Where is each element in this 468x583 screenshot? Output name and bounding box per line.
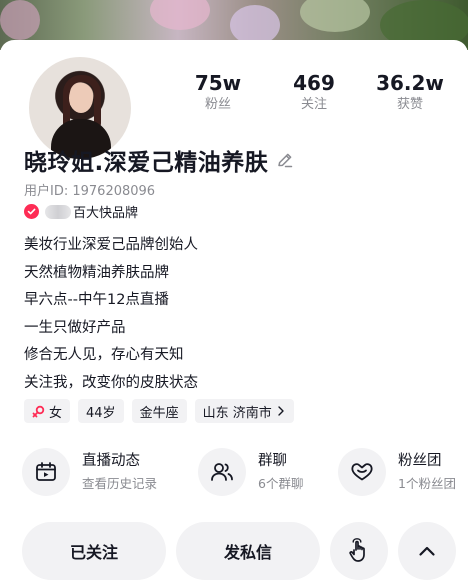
stat-following[interactable]: 469 关注 xyxy=(266,70,362,114)
stat-followers[interactable]: 75w 粉丝 xyxy=(170,70,266,114)
action-row: 已关注 发私信 xyxy=(22,522,456,580)
tags-row: 女 44岁 金牛座 山东 济南市 xyxy=(24,399,302,423)
stat-value: 75w xyxy=(194,71,242,95)
feature-title: 粉丝团 xyxy=(398,452,442,469)
stats-row: 75w 粉丝 469 关注 36.2w 获赞 xyxy=(170,70,460,114)
profile-card: 75w 粉丝 469 关注 36.2w 获赞 晓玲姐.深爱己精油养肤 用户ID:… xyxy=(0,40,468,583)
bio: 美妆行业深爱己品牌创始人 天然植物精油养肤品牌 早六点--中午12点直播 一生只… xyxy=(24,232,198,397)
user-id[interactable]: 用户ID: 1976208096 xyxy=(24,180,155,199)
fan-club-icon xyxy=(338,448,386,496)
group-chat-icon xyxy=(198,448,246,496)
feature-subtitle: 6个群聊 xyxy=(258,475,304,491)
poke-button[interactable] xyxy=(330,522,388,580)
stat-label: 关注 xyxy=(300,97,327,112)
tag-gender-label: 女 xyxy=(49,405,63,421)
live-history-icon xyxy=(22,448,70,496)
feature-group-chat[interactable]: 群聊 6个群聊 xyxy=(198,448,338,496)
feature-fan-club[interactable]: 粉丝团 1个粉丝团 xyxy=(338,448,468,496)
stat-value: 36.2w xyxy=(376,71,444,95)
feature-live-history[interactable]: 直播动态 查看历史记录 xyxy=(22,448,198,496)
tag-age: 44岁 xyxy=(78,399,124,423)
chevron-up-icon xyxy=(419,546,435,556)
tag-zodiac-label: 金牛座 xyxy=(139,405,179,421)
feature-title: 群聊 xyxy=(258,452,287,469)
brand-label: 百大快品牌 xyxy=(73,206,139,221)
female-icon xyxy=(32,405,45,417)
bio-line: 早六点--中午12点直播 xyxy=(24,292,169,308)
tag-zodiac: 金牛座 xyxy=(131,399,187,423)
nickname-row: 晓玲姐.深爱己精油养肤 xyxy=(24,143,294,177)
feature-subtitle: 1个粉丝团 xyxy=(398,475,456,491)
verified-check-icon xyxy=(24,204,39,219)
send-message-button[interactable]: 发私信 xyxy=(176,522,320,580)
brand-badge[interactable]: 百大快品牌 xyxy=(24,202,138,221)
edit-icon[interactable] xyxy=(276,151,294,169)
bio-line: 美妆行业深爱己品牌创始人 xyxy=(24,237,198,253)
tag-location[interactable]: 山东 济南市 xyxy=(194,399,294,423)
feature-subtitle: 查看历史记录 xyxy=(82,475,158,491)
chevron-right-icon xyxy=(278,406,284,416)
blurred-text xyxy=(45,204,71,219)
feature-title: 直播动态 xyxy=(82,452,140,469)
stat-likes[interactable]: 36.2w 获赞 xyxy=(362,70,458,114)
bio-line: 一生只做好产品 xyxy=(24,319,126,336)
tag-age-label: 44岁 xyxy=(86,405,116,421)
stat-label: 粉丝 xyxy=(204,97,231,112)
tag-gender: 女 xyxy=(24,399,71,423)
stat-value: 469 xyxy=(293,71,335,95)
followed-button[interactable]: 已关注 xyxy=(22,522,166,580)
feature-row: 直播动态 查看历史记录 群聊 6个群聊 粉丝团 1个粉丝团 xyxy=(22,448,468,496)
stat-label: 获赞 xyxy=(396,97,423,112)
bio-line: 天然植物精油养肤品牌 xyxy=(24,264,169,281)
bio-line: 修合无人见，存心有天知 xyxy=(24,347,184,363)
collapse-button[interactable] xyxy=(398,522,456,580)
bio-line: 关注我，改变你的皮肤状态 xyxy=(24,374,198,391)
nickname: 晓玲姐.深爱己精油养肤 xyxy=(24,150,269,176)
hand-tap-icon xyxy=(349,538,365,562)
tag-location-label: 山东 济南市 xyxy=(202,405,272,421)
